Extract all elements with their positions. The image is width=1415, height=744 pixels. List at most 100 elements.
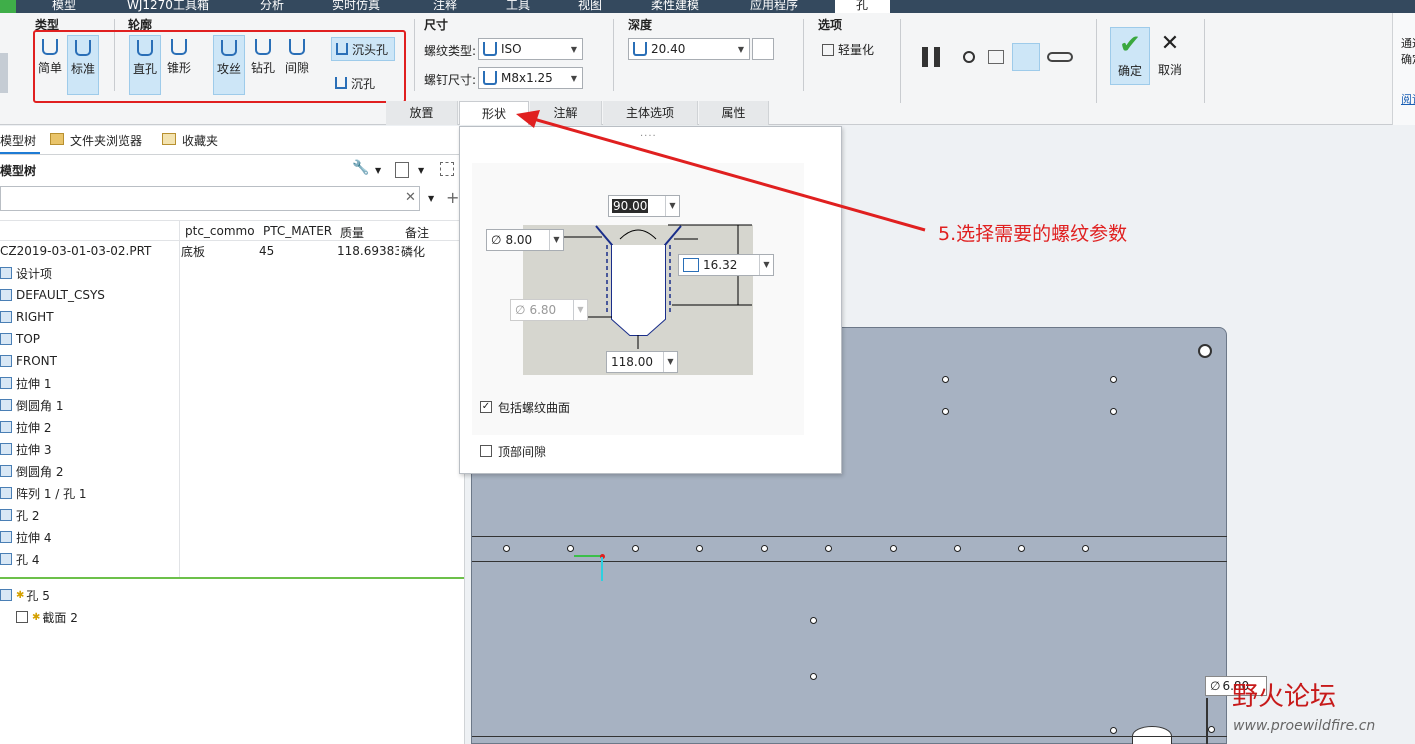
tree-header: 模型树	[0, 164, 37, 178]
flip-depth-button[interactable]	[752, 38, 774, 60]
tree-item[interactable]: 设计项	[0, 262, 52, 284]
placement-y-axis[interactable]	[601, 557, 603, 581]
top-clearance-label: 顶部间隙	[498, 445, 547, 459]
clear-icon[interactable]: ✕	[405, 190, 416, 205]
tree-item-new[interactable]: ✱ 截面 2	[16, 606, 78, 628]
chevron-down-icon[interactable]: ▼	[375, 166, 381, 175]
tab-placement[interactable]: 放置	[386, 101, 458, 125]
new-feature-icon: ✱	[16, 589, 25, 601]
angle-input[interactable]: 90.00 ▼	[608, 195, 680, 217]
highlight-box	[33, 30, 406, 103]
chevron-down-icon[interactable]: ▼	[665, 196, 679, 216]
separator	[1096, 19, 1097, 103]
col-ptc-common[interactable]: ptc_commo	[185, 224, 255, 238]
edge-line	[472, 736, 1227, 737]
pause-icon[interactable]	[922, 47, 928, 67]
tab-model-tree[interactable]: 模型树	[0, 132, 36, 149]
file-menu-button[interactable]	[0, 0, 16, 13]
hole-point	[503, 545, 510, 552]
tree-item[interactable]: 倒圆角 1	[0, 394, 63, 416]
tab-simulation[interactable]: 实时仿真	[332, 0, 380, 13]
hole-point	[810, 673, 817, 680]
tree-item[interactable]: DEFAULT_CSYS	[0, 284, 105, 306]
chevron-down-icon[interactable]: ▼	[549, 230, 563, 250]
cancel-button[interactable]: ✕ 取消	[1152, 27, 1188, 85]
pause-icon-bar	[934, 47, 940, 67]
tree-item[interactable]: TOP	[0, 328, 40, 350]
tab-folder-browser[interactable]: 文件夹浏览器	[70, 132, 142, 149]
tab-favorites[interactable]: 收藏夹	[182, 132, 218, 149]
tab-analysis[interactable]: 分析	[260, 0, 284, 13]
tree-item[interactable]: 拉伸 1	[0, 372, 51, 394]
tree-item-new[interactable]: ✱ 孔 5	[0, 584, 50, 606]
thread-type-select[interactable]: ISO ▼	[478, 38, 583, 60]
tree-item[interactable]: FRONT	[0, 350, 57, 372]
info-panel: 通过 确定 阅读	[1392, 13, 1415, 125]
chevron-down-icon[interactable]: ▼	[428, 194, 434, 203]
placement-x-axis[interactable]	[574, 555, 602, 557]
tree-item[interactable]: 倒圆角 2	[0, 460, 63, 482]
diameter-value: 8.00	[505, 233, 533, 247]
tip-angle-input[interactable]: 118.00 ▼	[606, 351, 678, 373]
tree-item[interactable]: RIGHT	[0, 306, 54, 328]
col-ptc-material[interactable]: PTC_MATER	[263, 224, 332, 238]
tree-root-row[interactable]: CZ2019-03-01-03-02.PRT 底板 45 118.693833 …	[0, 240, 465, 262]
tree-item[interactable]: 拉伸 3	[0, 438, 51, 460]
tab-properties[interactable]: 属性	[699, 101, 769, 125]
tree-item[interactable]: 拉伸 4	[0, 526, 51, 548]
thread-depth-input[interactable]: 16.32 ▼	[678, 254, 774, 276]
ok-button[interactable]: ✔ 确定	[1110, 27, 1150, 85]
tree-settings-icon[interactable]: 🔧	[352, 160, 369, 176]
search-input[interactable]	[0, 186, 420, 211]
filter-icon[interactable]	[440, 162, 454, 176]
tab-toolbox[interactable]: WJ1270工具箱	[127, 0, 209, 13]
tree-item[interactable]: 孔 2	[0, 504, 39, 526]
read-more-link[interactable]: 阅读	[1401, 91, 1415, 107]
pattern-icon	[0, 487, 12, 499]
hole-point	[942, 376, 949, 383]
diameter-input[interactable]: ∅ 8.00 ▼	[486, 229, 564, 251]
chevron-down-icon[interactable]: ▼	[418, 166, 424, 175]
no-preview-icon[interactable]	[963, 51, 975, 63]
show-menu-icon[interactable]	[395, 162, 409, 178]
large-hole	[1132, 726, 1172, 744]
tab-view[interactable]: 视图	[578, 0, 602, 13]
screw-size-select[interactable]: M8x1.25 ▼	[478, 67, 583, 89]
depth-option-icon	[683, 258, 699, 272]
tab-body-options[interactable]: 主体选项	[603, 101, 698, 125]
include-thread-surface-checkbox[interactable]: ✓	[480, 401, 492, 413]
hole-icon	[0, 509, 12, 521]
tree-item[interactable]: 孔 4	[0, 548, 39, 570]
tab-hole[interactable]: 孔	[856, 0, 868, 13]
tab-note[interactable]: 注解	[530, 101, 602, 125]
tab-apps[interactable]: 应用程序	[750, 0, 798, 13]
tab-flexible[interactable]: 柔性建模	[651, 0, 699, 13]
drag-handle-icon[interactable]: ····	[640, 131, 657, 142]
tab-annotate[interactable]: 注释	[433, 0, 457, 13]
divider	[0, 220, 465, 221]
tab-tools[interactable]: 工具	[506, 0, 530, 13]
chevron-down-icon[interactable]: ▼	[663, 352, 677, 372]
tab-model[interactable]: 模型	[52, 0, 76, 13]
hole-point	[1082, 545, 1089, 552]
chevron-down-icon[interactable]: ▼	[759, 255, 773, 275]
tab-shape[interactable]: 形状	[459, 101, 529, 125]
screw-size-label: 螺钉尺寸:	[424, 73, 477, 87]
preview-geometry-icon[interactable]	[988, 50, 1004, 64]
sketch-icon	[16, 611, 28, 623]
tree-item-label: 拉伸 3	[16, 442, 52, 457]
depth-select[interactable]: 20.40 ▼	[628, 38, 750, 60]
insert-indicator[interactable]	[0, 577, 464, 579]
col-mass[interactable]: 质量	[340, 224, 364, 241]
verify-mode-button[interactable]	[1012, 43, 1040, 71]
col-note[interactable]: 备注	[405, 224, 429, 241]
hole-point	[954, 545, 961, 552]
divider	[0, 154, 465, 155]
tree-item[interactable]: 拉伸 2	[0, 416, 51, 438]
top-clearance-checkbox[interactable]	[480, 445, 492, 457]
separator	[803, 19, 804, 91]
tree-item[interactable]: 阵列 1 / 孔 1	[0, 482, 87, 504]
glasses-icon[interactable]	[1047, 52, 1073, 62]
lightweight-option[interactable]: 轻量化	[822, 41, 874, 58]
add-icon[interactable]: +	[446, 188, 459, 207]
